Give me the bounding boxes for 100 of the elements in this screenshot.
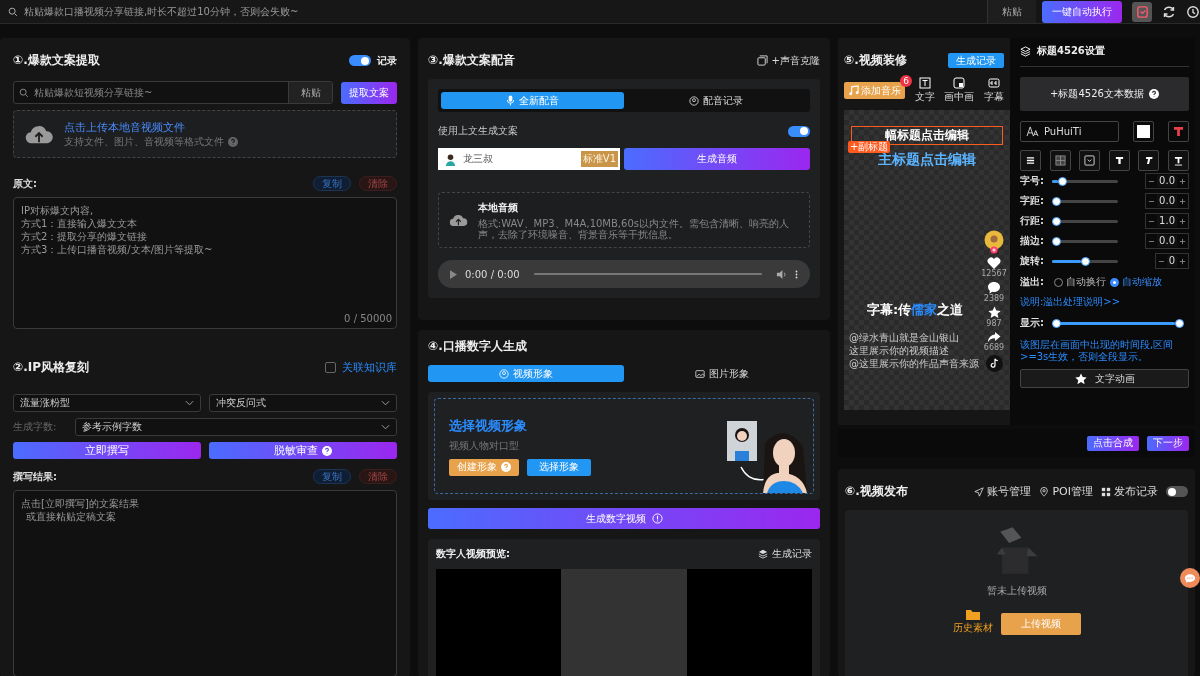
display-note: 该图层在画面中出现的时间段,区间>=3s生效，否则全段显示。 [1020,339,1175,363]
bold-button[interactable] [1108,150,1130,171]
slider-thumb[interactable] [1057,176,1067,186]
source-text-field[interactable]: IP对标爆文内容, 方式1：直接输入爆文文本 方式2：提取分享的爆文链接 方式3：上传口播音视频/文本/图片等提取~ 0 / 50000 [13,197,397,329]
caption-text[interactable]: 字幕:传儒家之道 [866,301,964,319]
extract-button[interactable]: 提取文案 [341,81,397,104]
slider[interactable] [1052,196,1118,206]
tool-button[interactable]: 字幕 [983,77,1004,104]
number-stepper[interactable]: 0.0 [1145,173,1189,189]
section-title: ③.爆款文案配音 [428,52,515,69]
empty-message: 暂未上传视频 [986,584,1047,598]
volume-icon[interactable] [776,268,787,280]
history-button[interactable]: 历史素材 [952,608,993,635]
publish-link[interactable]: 发布记录 [1101,484,1158,499]
record-toggle[interactable] [349,55,371,66]
audio-player[interactable]: 0:00 / 0:00 [438,260,810,288]
upload-area[interactable]: 点击上传本地音视频文件 支持文件、图片、音视频等格式文件 [13,110,397,158]
music-disc-icon [985,355,1003,372]
result-text-field[interactable]: 点击[立即撰写]的文案结果 或直接粘贴定稿文案 [13,490,397,676]
text-color-button[interactable] [1133,121,1154,142]
italic-icon [1144,156,1154,165]
slider-thumb[interactable] [1052,236,1061,246]
heart-icon[interactable] [987,257,1001,269]
letter-t-icon [1173,126,1184,137]
share-icon[interactable] [987,331,1001,343]
font-dropdown[interactable]: PuHuiTi [1020,121,1119,142]
voice-tab[interactable]: 配音记录 [624,92,807,109]
action-button[interactable]: 下一步 [1147,435,1189,451]
style-dropdown[interactable]: 流量涨粉型 [13,394,201,412]
center-button[interactable] [1049,150,1071,171]
knowledge-checkbox[interactable] [325,362,336,373]
search-input[interactable]: 粘贴爆款口播视频分享链接,时长不超过10分钟，否则会失败~ [24,6,988,17]
write-button[interactable]: 立即撰写 [13,442,201,459]
underline-button[interactable] [1167,150,1189,171]
number-stepper[interactable]: 0.0 [1145,233,1189,249]
section-title: ④.口播数字人生成 [428,338,527,355]
local-audio-upload-area[interactable]: 本地音频 格式:WAV、MP3、M4A,10MB,60s以内文件。需包含清晰、响亮的人声，去除了环境噪音、背景音乐等干扰信息。 [438,192,810,248]
slider-thumb[interactable] [1080,256,1090,266]
play-icon[interactable] [450,269,457,279]
slider[interactable] [1052,216,1118,226]
time-range-slider[interactable] [1052,318,1184,328]
tool-button[interactable]: 画中画 [944,77,975,104]
text-animation-button[interactable]: 文字动画 [1020,369,1189,388]
publish-link[interactable]: POI管理 [1039,484,1093,499]
copy-button[interactable]: 复制 [313,176,351,191]
plus-icon[interactable] [1179,197,1186,205]
number-stepper[interactable]: 1.0 [1145,213,1189,229]
tool-button[interactable]: 文字 [914,77,935,104]
use-above-toggle[interactable] [788,125,810,137]
style-dropdown[interactable]: 冲突反问式 [209,394,397,412]
italic-button[interactable] [1138,150,1160,171]
text-style-button[interactable] [1168,121,1189,142]
overflow-help-link[interactable]: 说明:溢出处理说明>> [1020,295,1189,309]
comment-icon[interactable] [987,281,1001,294]
plus-icon[interactable] [1179,177,1186,185]
plus-icon[interactable] [1179,217,1186,225]
dropdown-button[interactable] [1079,150,1101,171]
stat-count: 6689 [983,343,1005,352]
copy-button[interactable]: 复制 [313,469,351,484]
paste-button[interactable]: 粘贴 [988,0,1037,23]
star-icon[interactable] [987,306,1001,319]
main-title-text[interactable]: 主标题点击编辑 [878,151,976,169]
word-count-dropdown[interactable]: 参考示例字数 [75,418,397,436]
overflow-radio[interactable] [1110,277,1119,287]
chat-button[interactable] [1180,568,1200,588]
slider[interactable] [1052,176,1118,186]
avatar-tab[interactable]: 图片形象 [624,365,820,382]
review-button[interactable]: 脱敏审查 [209,442,397,459]
knowledge-link[interactable]: 关联知识库 [342,360,397,375]
more-icon[interactable] [795,268,798,280]
generate-video-button[interactable]: 生成数字视频 [428,508,820,529]
paste-button[interactable]: 粘贴 [288,82,332,103]
slider[interactable] [1052,236,1118,246]
text-data-button[interactable]: +标题4526文本数据 [1020,77,1189,111]
publish-toggle[interactable] [1166,486,1188,497]
overflow-option-label[interactable]: 自动缩放 [1122,275,1162,289]
slider-thumb[interactable] [1052,216,1061,226]
number-stepper[interactable]: 0.0 [1145,193,1189,209]
voice-clone-button[interactable]: +声音克隆 [756,53,820,68]
share-link-field[interactable]: 粘贴爆款短视频分享链接~ 粘贴 [13,81,333,104]
plus-icon[interactable] [1179,237,1186,245]
refresh-icon[interactable] [1162,4,1177,19]
history-icon[interactable] [1186,4,1200,19]
cloud-upload-icon [24,123,54,145]
voice-selector[interactable]: 龙三叔 标准V1 [438,148,620,170]
align-button[interactable] [1020,150,1041,171]
publish-link[interactable]: 账号管理 [974,484,1032,499]
slider[interactable] [1052,256,1118,266]
clipboard-button[interactable] [1132,1,1153,22]
overflow-option-label[interactable]: 自动换行 [1066,275,1106,289]
number-stepper[interactable]: 0 [1154,253,1189,269]
slider-thumb[interactable] [1052,196,1061,206]
generation-record-button[interactable]: 生成记录 [758,547,812,561]
action-button[interactable]: 点击合成 [1087,435,1139,451]
range-start-handle[interactable] [1052,318,1061,328]
range-end-handle[interactable] [1175,318,1184,328]
plus-icon[interactable] [1179,257,1186,265]
generate-audio-button[interactable]: 生成音频 [624,148,810,170]
auto-run-button[interactable]: 一键自动执行 [1042,0,1123,23]
result-label: 撰写结果: [13,469,57,484]
